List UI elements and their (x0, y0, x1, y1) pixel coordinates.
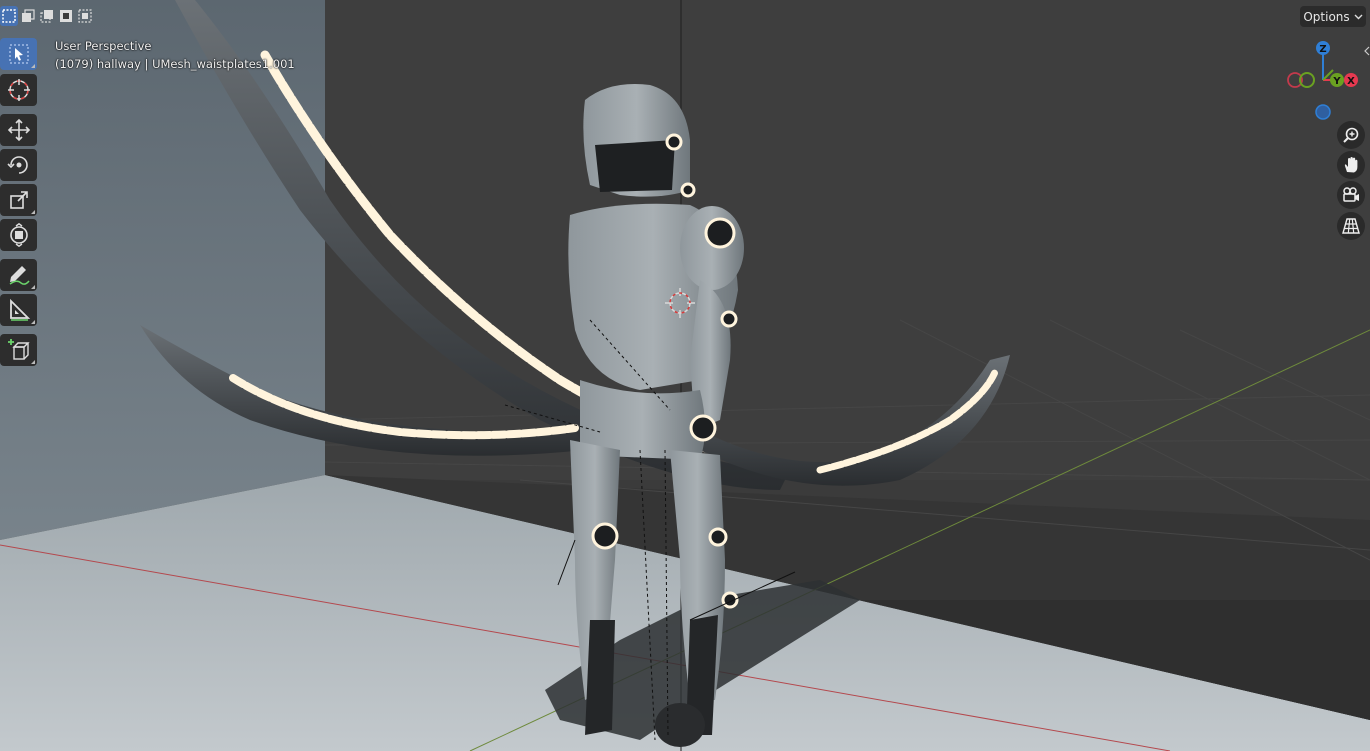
transform-tool[interactable] (0, 219, 37, 251)
z-axis-label: Z (1319, 44, 1326, 55)
mode-intersect-button[interactable] (76, 6, 94, 26)
camera-view-button[interactable] (1337, 181, 1365, 209)
cursor-arrow-icon (9, 44, 28, 64)
selection-mode-group (0, 6, 94, 28)
magnifier-plus-icon (1343, 127, 1359, 143)
perspective-toggle-button[interactable] (1337, 212, 1365, 240)
move-tool[interactable] (0, 114, 37, 146)
mode-invert-button[interactable] (57, 6, 75, 26)
3d-viewport[interactable]: Options User Perspective (1079) hallway … (0, 0, 1370, 751)
mode-intersect-icon (78, 9, 92, 23)
zoom-view-button[interactable] (1337, 121, 1365, 149)
navigation-gizmo[interactable]: Z Y X (1283, 36, 1363, 126)
hand-icon (1344, 157, 1358, 173)
grid-icon (1342, 218, 1360, 234)
scale-tool[interactable] (0, 184, 37, 216)
scene-render (0, 0, 1370, 751)
add-cube-icon (7, 339, 30, 360)
chevron-left-icon (1364, 46, 1370, 56)
y-axis-label: Y (1332, 76, 1341, 87)
measure-tool[interactable] (0, 294, 37, 326)
neg-z-axis-icon[interactable] (1315, 104, 1331, 120)
x-axis-label: X (1347, 76, 1355, 87)
frame-object-info: (1079) hallway | UMesh_waistplates1.001 (55, 57, 295, 71)
mode-subtract-button[interactable] (38, 6, 56, 26)
mode-extend-button[interactable] (19, 6, 37, 26)
mode-subtract-icon (40, 10, 53, 23)
scale-icon (9, 191, 28, 209)
move-arrows-icon (7, 118, 30, 142)
rotate-icon (6, 156, 28, 174)
camera-icon (1343, 187, 1359, 202)
region-edge-handle[interactable] (1364, 42, 1370, 60)
options-dropdown[interactable]: Options (1300, 6, 1366, 27)
mode-extend-icon (22, 9, 35, 22)
transform-icon (9, 223, 28, 247)
3d-cursor-icon (7, 79, 30, 101)
cursor-tool[interactable] (0, 74, 37, 106)
select-box-tool[interactable] (0, 38, 37, 70)
view-mode-label: User Perspective (55, 39, 152, 53)
annotate-tool[interactable] (0, 259, 37, 291)
options-label: Options (1303, 9, 1350, 24)
chevron-down-icon (1354, 14, 1363, 19)
rotate-tool[interactable] (0, 149, 37, 181)
pencil-icon (9, 266, 30, 285)
ruler-icon (9, 298, 30, 321)
mode-set-button[interactable] (0, 6, 18, 26)
pan-view-button[interactable] (1337, 151, 1365, 179)
mode-set-icon (2, 9, 16, 23)
add-cube-tool[interactable] (0, 334, 37, 366)
mode-invert-icon (60, 10, 72, 22)
